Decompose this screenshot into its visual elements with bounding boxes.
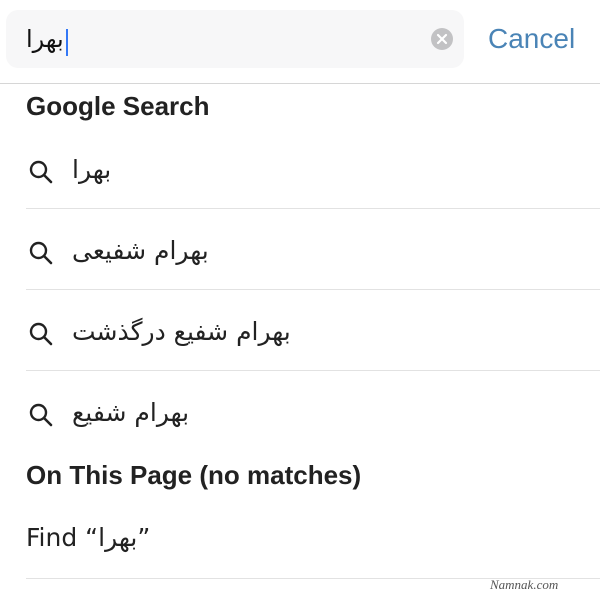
suggestion-label: بهرام شفیع bbox=[72, 398, 190, 427]
search-icon bbox=[29, 322, 53, 346]
suggestion-row[interactable]: بهرام شفیعی bbox=[0, 209, 600, 290]
search-input[interactable] bbox=[26, 20, 426, 58]
search-icon bbox=[29, 160, 53, 184]
find-on-page-row[interactable]: Find “بهرا” bbox=[0, 500, 600, 580]
suggestion-row[interactable]: بهرا bbox=[0, 128, 600, 209]
suggestion-label: بهرا bbox=[72, 155, 112, 184]
search-icon bbox=[29, 241, 53, 265]
search-bar: Cancel bbox=[0, 0, 600, 84]
find-in-page-screen: Cancel Google Search بهرا بهرام شفیعی به… bbox=[0, 0, 600, 600]
search-icon bbox=[29, 403, 53, 427]
search-field[interactable] bbox=[6, 10, 464, 68]
find-label: Find “بهرا” bbox=[26, 523, 151, 552]
clear-icon[interactable] bbox=[431, 28, 453, 50]
suggestion-row[interactable]: بهرام شفیع درگذشت bbox=[0, 290, 600, 371]
section-header-on-this-page: On This Page (no matches) bbox=[26, 460, 362, 490]
suggestion-label: بهرام شفیعی bbox=[72, 236, 209, 265]
suggestion-label: بهرام شفیع درگذشت bbox=[72, 317, 291, 346]
watermark: Namnak.com bbox=[490, 577, 559, 592]
text-caret bbox=[66, 29, 68, 56]
cancel-button[interactable]: Cancel bbox=[488, 21, 575, 57]
section-header-google-search: Google Search bbox=[26, 91, 210, 121]
suggestion-row[interactable]: بهرام شفیع bbox=[0, 371, 600, 452]
